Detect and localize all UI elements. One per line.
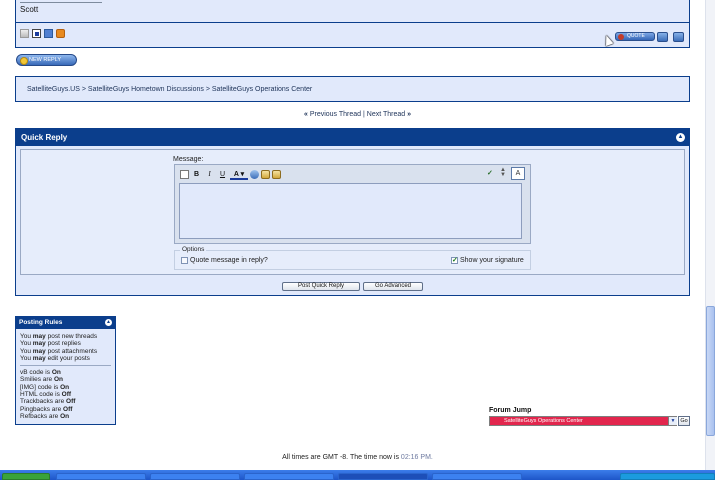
underline-button[interactable]: U [217,169,228,180]
current-time: 02:16 [400,454,419,461]
resize-editor-icon[interactable]: ▲ ▼ [500,167,506,180]
quote-button[interactable]: QUOTE [615,32,655,41]
taskbar-item[interactable] [56,473,146,480]
link-icon[interactable] [250,170,259,179]
previous-thread-link[interactable]: Previous Thread [310,111,361,118]
homepage-icon[interactable] [56,29,65,38]
post-footer: Scott QUOTE [15,0,690,48]
code-rule-row[interactable]: Pingbacks are Off [20,406,115,413]
offline-icon[interactable] [20,29,29,38]
breadcrumb-item-operations[interactable]: SatelliteGuys Operations Center [212,86,312,93]
collapse-icon[interactable]: ▲ [105,319,112,326]
time-suffix: PM. [420,454,433,461]
next-thread-link[interactable]: Next Thread [367,111,405,118]
profile-icon[interactable] [32,29,41,38]
quick-reply-title: Quick Reply [21,133,68,142]
multi-quote-icon[interactable] [657,32,668,42]
switch-editor-mode-icon[interactable]: A [511,167,525,180]
posting-rules-body: You may post new threads You may post re… [16,329,115,420]
forum-jump-go-button[interactable]: Go [678,416,690,426]
forum-jump-label: Forum Jump [489,407,532,414]
taskbar-item[interactable] [150,473,240,480]
new-reply-button[interactable]: NEW REPLY [16,54,77,66]
font-color-label: A [233,171,239,178]
posting-rules-title: Posting Rules [19,319,63,326]
code-rule-row[interactable]: Smilies are On [20,376,115,383]
permission-row: You may post new threads [20,333,98,340]
code-rule-row[interactable]: HTML code is Off [20,391,115,398]
start-button[interactable] [2,473,50,480]
posting-rules-header: Posting Rules ▲ [16,317,115,329]
italic-button[interactable]: I [204,169,215,180]
server-time: All times are GMT -8. The time now is 02… [0,454,715,461]
thread-nav-divider: | [363,111,365,118]
options-legend: Options [180,246,207,253]
insert-image-icon[interactable] [261,170,270,179]
code-rule-row[interactable]: [IMG] code is On [20,384,115,391]
quote-message-checkbox[interactable] [181,257,188,264]
post-quick-reply-button[interactable]: Post Quick Reply [282,282,360,291]
permission-row: You may post attachments [20,347,98,355]
taskbar-item-active[interactable] [338,473,428,480]
time-prefix: All times are GMT -8. The time now is [282,454,399,461]
breadcrumb-item-home[interactable]: SatelliteGuys.US [27,86,80,93]
quick-reply-icon[interactable] [673,32,684,42]
spell-check-icon[interactable]: ✓ [487,169,497,179]
quote-message-label[interactable]: Quote message in reply? [190,257,268,264]
show-signature-label[interactable]: Show your signature [460,257,524,264]
forum-jump-select[interactable]: SatelliteGuys Operations Center [489,416,677,426]
signature-divider [20,2,102,3]
font-color-button[interactable]: A ▾ [230,169,248,180]
message-icon[interactable] [44,29,53,38]
rules-divider [20,365,111,367]
code-rule-row[interactable]: Refbacks are On [20,413,115,420]
permission-row: You may post replies [20,340,81,348]
breadcrumb-separator: > [205,86,210,93]
breadcrumb-item-hometown[interactable]: SatelliteGuys Hometown Discussions [88,86,204,93]
quote-wrap-icon[interactable] [272,170,281,179]
message-label: Message: [173,156,204,163]
bold-button[interactable]: B [191,169,202,180]
remove-format-icon[interactable] [180,170,189,179]
post-separator [16,22,689,23]
code-rule-row[interactable]: vB code is On [20,369,115,376]
go-advanced-button[interactable]: Go Advanced [363,282,423,291]
taskbar-item[interactable] [432,473,522,480]
permission-row: You may edit your posts [20,354,90,362]
left-arrow-icon: « [303,111,308,118]
taskbar-item[interactable] [244,473,334,480]
post-icons [20,29,65,38]
right-arrow-icon: » [407,111,412,118]
code-rule-row[interactable]: Trackbacks are Off [20,398,115,405]
chevron-down-icon[interactable]: ▼ [668,417,677,425]
posting-rules-panel: Posting Rules ▲ You may post new threads… [15,316,116,425]
collapse-icon[interactable]: ▲ [676,133,685,142]
thread-navigation: « Previous Thread | Next Thread » [0,111,715,118]
breadcrumb: SatelliteGuys.US > SatelliteGuys Hometow… [15,76,690,102]
show-signature-checkbox[interactable]: ✓ [451,257,458,264]
system-tray [620,473,715,480]
message-textarea[interactable] [179,183,522,239]
breadcrumb-separator: > [81,86,86,93]
quick-reply-header: Quick Reply ▲ [16,129,689,146]
signature-text: Scott [20,5,39,14]
editor-toolbar: B I U A ▾ [176,166,529,183]
scrollbar-thumb[interactable] [706,306,715,436]
